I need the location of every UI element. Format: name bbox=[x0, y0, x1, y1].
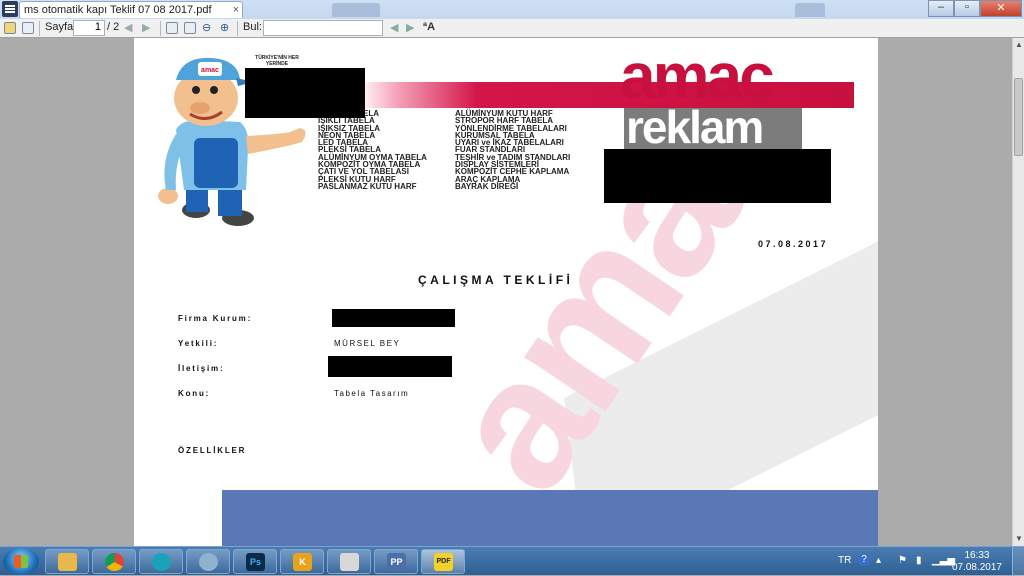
find-prev-icon[interactable]: ◀ bbox=[390, 21, 398, 34]
system-tray: TR ? ▴ ⚑ ▮ ▁▃▅ 16:33 07.08.2017 bbox=[828, 547, 1024, 576]
yetkili-value: MÜRSEL BEY bbox=[334, 339, 401, 348]
separator bbox=[160, 21, 161, 36]
konu-label: Konu: bbox=[178, 389, 211, 398]
background-window bbox=[332, 3, 380, 17]
window-controls: – ▫ ✕ bbox=[928, 0, 1022, 17]
taskbar-app-chrome[interactable] bbox=[92, 549, 136, 574]
open-icon[interactable] bbox=[4, 22, 16, 34]
logo-reklam: reklam bbox=[626, 101, 764, 153]
taskbar-app-3[interactable] bbox=[139, 549, 183, 574]
menu-icon[interactable] bbox=[2, 1, 18, 17]
pdf-icon: PDF bbox=[434, 553, 453, 571]
windows-logo-icon bbox=[14, 555, 28, 568]
redaction bbox=[245, 68, 365, 118]
background-window bbox=[795, 3, 825, 17]
find-next-icon[interactable]: ▶ bbox=[406, 21, 414, 34]
clock-time: 16:33 bbox=[964, 550, 990, 561]
svg-text:amac: amac bbox=[201, 67, 219, 74]
show-desktop-button[interactable] bbox=[1012, 547, 1024, 576]
taskbar: Ps K PP PDF TR ? ▴ ⚑ ▮ ▁▃▅ 16:33 07.08.2… bbox=[0, 546, 1024, 576]
power-icon[interactable]: ▮ bbox=[916, 555, 922, 566]
folder-icon bbox=[58, 553, 77, 571]
service-item: BAYRAK DİREĞİ bbox=[455, 181, 519, 191]
taskbar-app-k-lite[interactable]: K bbox=[280, 549, 324, 574]
find-input[interactable] bbox=[263, 20, 383, 36]
print-icon[interactable] bbox=[22, 22, 34, 34]
logo-amac: amaç bbox=[620, 40, 775, 112]
services-left: ELA IŞIKLI TABELA IŞIKSIZ TABELA NEON TA… bbox=[318, 109, 427, 191]
separator bbox=[39, 21, 40, 36]
taskbar-app-photoshop[interactable]: Ps bbox=[233, 549, 277, 574]
k-lite-icon: K bbox=[293, 553, 312, 571]
find-label: Bul: bbox=[243, 21, 262, 33]
printer-icon bbox=[340, 553, 359, 571]
yetkili-label: Yetkili: bbox=[178, 339, 219, 348]
show-hidden-icons-icon[interactable]: ▴ bbox=[876, 555, 881, 566]
pdf-page: amaç amaç reklam amac TÜRKİYE'NİN HER YE… bbox=[134, 38, 878, 546]
redaction bbox=[328, 356, 452, 377]
app-icon bbox=[199, 553, 218, 571]
redaction bbox=[332, 309, 455, 327]
zoom-in-icon[interactable]: ⊕ bbox=[220, 21, 229, 34]
fit-width-icon[interactable] bbox=[184, 22, 196, 34]
taskbar-app-pdf[interactable]: PDF bbox=[421, 549, 465, 574]
page-number-input[interactable]: 1 bbox=[73, 20, 105, 36]
mascot-tagline: TÜRKİYE'NİN HER YERİNDE bbox=[255, 55, 299, 67]
scroll-up-icon[interactable]: ▲ bbox=[1014, 40, 1024, 50]
section-heading: ÖZELLİKLER bbox=[178, 446, 247, 455]
page-total: / 2 bbox=[107, 21, 120, 33]
document-tab[interactable]: ms otomatik kapı Teklif 07 08 2017.pdf × bbox=[19, 1, 243, 18]
close-icon[interactable]: × bbox=[233, 4, 239, 16]
redaction bbox=[604, 149, 831, 203]
action-center-icon[interactable]: ⚑ bbox=[898, 555, 907, 566]
chrome-icon bbox=[105, 553, 124, 571]
brand-banner bbox=[358, 82, 854, 108]
language-indicator[interactable]: TR bbox=[838, 555, 851, 566]
restore-button[interactable]: ▫ bbox=[954, 0, 980, 17]
document-date: 07.08.2017 bbox=[758, 239, 829, 249]
taskbar-app-pp[interactable]: PP bbox=[374, 549, 418, 574]
pp-icon: PP bbox=[387, 553, 406, 571]
document-title: ÇALIŞMA TEKLİFİ bbox=[418, 273, 574, 287]
taskbar-app-printer[interactable] bbox=[327, 549, 371, 574]
separator bbox=[237, 21, 238, 36]
fit-page-icon[interactable] bbox=[166, 22, 178, 34]
app-icon bbox=[152, 553, 171, 571]
next-page-icon[interactable]: ▶ bbox=[142, 21, 150, 34]
help-icon[interactable]: ? bbox=[858, 554, 870, 566]
scroll-down-icon[interactable]: ▼ bbox=[1014, 534, 1024, 544]
taskbar-app-explorer[interactable] bbox=[45, 549, 89, 574]
tab-title: ms otomatik kapı Teklif 07 08 2017.pdf bbox=[24, 4, 212, 16]
service-item: PASLANMAZ KUTU HARF bbox=[318, 181, 417, 191]
blue-band bbox=[222, 490, 878, 546]
konu-value: Tabela Tasarım bbox=[334, 389, 410, 398]
match-case-icon[interactable]: ªA bbox=[423, 21, 435, 33]
scroll-thumb[interactable] bbox=[1014, 78, 1023, 156]
taskbar-app-4[interactable] bbox=[186, 549, 230, 574]
clock-date: 07.08.2017 bbox=[951, 562, 1002, 573]
firma-label: Firma Kurum: bbox=[178, 314, 253, 323]
minimize-button[interactable]: – bbox=[928, 0, 954, 17]
page-label: Sayfa: bbox=[45, 21, 77, 33]
iletisim-label: İletişim: bbox=[178, 364, 225, 373]
close-window-button[interactable]: ✕ bbox=[980, 0, 1022, 17]
prev-page-icon[interactable]: ◀ bbox=[124, 21, 132, 34]
vertical-scrollbar[interactable]: ▲ ▼ bbox=[1012, 38, 1024, 546]
toolbar: Sayfa: 1 / 2 ◀ ▶ ⊖ ⊕ Bul: ◀ ▶ ªA bbox=[0, 19, 1024, 38]
zoom-out-icon[interactable]: ⊖ bbox=[202, 21, 211, 34]
clock[interactable]: 16:33 07.08.2017 bbox=[952, 550, 1002, 574]
services-right: ALÜMİNYUM KUTU HARF STROPOR HARF TABELA … bbox=[455, 109, 570, 191]
photoshop-icon: Ps bbox=[246, 553, 265, 571]
start-button[interactable] bbox=[3, 548, 39, 575]
